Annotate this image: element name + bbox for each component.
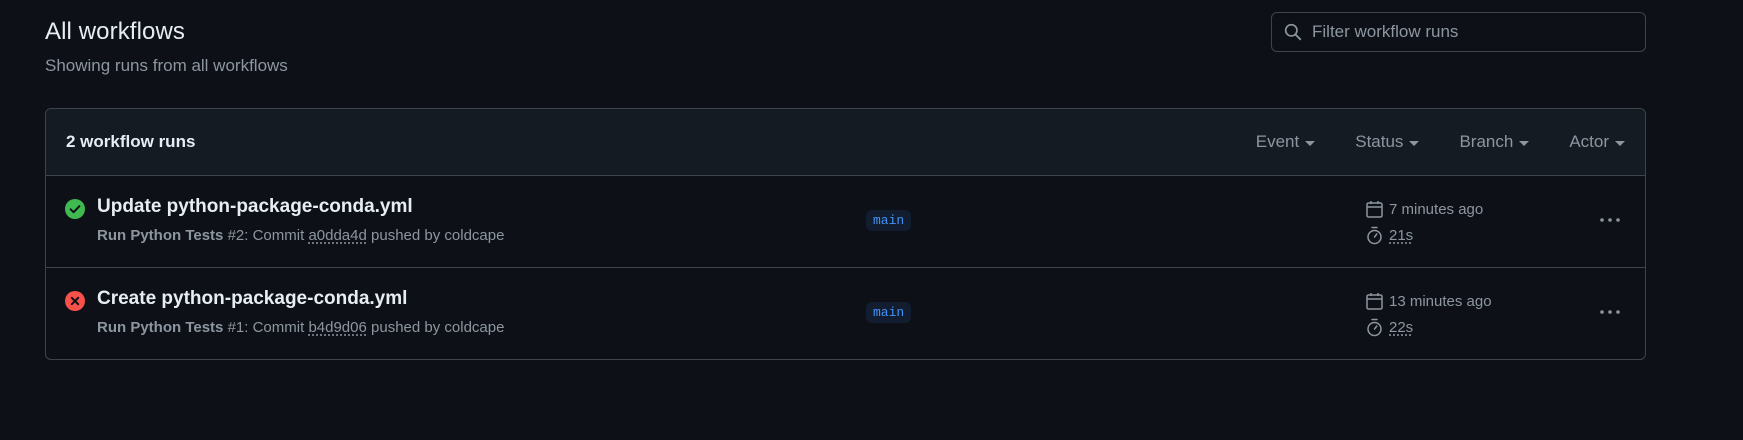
x-circle-icon bbox=[65, 291, 85, 311]
pushed-by-text: pushed by coldcape bbox=[366, 227, 505, 244]
branch-filter-label: Branch bbox=[1459, 132, 1514, 151]
run-time-ago: 13 minutes ago bbox=[1366, 292, 1492, 310]
stopwatch-icon bbox=[1367, 226, 1382, 245]
run-number-text: #2: Commit bbox=[223, 227, 309, 244]
check-circle-icon bbox=[65, 199, 85, 219]
run-time-ago: 7 minutes ago bbox=[1366, 200, 1483, 218]
actor-filter-dropdown[interactable]: Actor bbox=[1569, 132, 1625, 152]
branch-badge[interactable]: main bbox=[866, 302, 912, 323]
status-filter-label: Status bbox=[1355, 132, 1404, 151]
duration-text: 22s bbox=[1389, 319, 1414, 336]
kebab-horizontal-icon bbox=[1600, 310, 1620, 314]
time-ago-text: 7 minutes ago bbox=[1389, 200, 1484, 218]
run-options-button[interactable] bbox=[1593, 302, 1627, 322]
workflow-runs-box: 2 workflow runs Event Status Branch Acto… bbox=[45, 108, 1646, 360]
pushed-by-text: pushed by coldcape bbox=[366, 319, 505, 336]
filter-workflow-runs-search[interactable] bbox=[1271, 12, 1646, 52]
run-title-link[interactable]: Create python-package-conda.yml bbox=[97, 288, 407, 310]
chevron-down-icon bbox=[1519, 140, 1530, 146]
event-filter-dropdown[interactable]: Event bbox=[1255, 132, 1316, 152]
workflow-name: Run Python Tests bbox=[97, 319, 224, 336]
commit-link[interactable]: b4d9d06 bbox=[308, 319, 366, 336]
branch-filter-dropdown[interactable]: Branch bbox=[1459, 132, 1530, 152]
duration-text: 21s bbox=[1389, 227, 1414, 244]
chevron-down-icon bbox=[1409, 140, 1420, 146]
search-icon bbox=[1284, 23, 1302, 41]
filter-bar: Event Status Branch Actor bbox=[1216, 132, 1625, 152]
workflow-run-row[interactable]: Update python-package-conda.yml Run Pyth… bbox=[46, 176, 1645, 268]
event-filter-label: Event bbox=[1255, 132, 1300, 151]
workflows-page: All workflows Showing runs from all work… bbox=[0, 0, 1743, 440]
actor-filter-label: Actor bbox=[1569, 132, 1609, 151]
calendar-icon bbox=[1366, 201, 1383, 218]
stopwatch-icon bbox=[1367, 318, 1382, 337]
run-meta: Run Python Tests #2: Commit a0dda4d push… bbox=[97, 227, 504, 244]
workflow-runs-count: 2 workflow runs bbox=[66, 132, 196, 151]
run-duration: 21s bbox=[1366, 226, 1413, 245]
time-ago-text: 13 minutes ago bbox=[1389, 292, 1492, 310]
status-filter-dropdown[interactable]: Status bbox=[1355, 132, 1420, 152]
page-subtitle: Showing runs from all workflows bbox=[45, 56, 288, 75]
search-input[interactable] bbox=[1312, 22, 1632, 42]
run-title-link[interactable]: Update python-package-conda.yml bbox=[97, 196, 413, 218]
workflow-name: Run Python Tests bbox=[97, 227, 224, 244]
page-title: All workflows bbox=[45, 18, 185, 45]
branch-badge[interactable]: main bbox=[866, 210, 912, 231]
run-options-button[interactable] bbox=[1593, 210, 1627, 230]
chevron-down-icon bbox=[1305, 140, 1316, 146]
workflow-runs-header: 2 workflow runs Event Status Branch Acto… bbox=[46, 109, 1645, 176]
run-number-text: #1: Commit bbox=[223, 319, 309, 336]
run-meta: Run Python Tests #1: Commit b4d9d06 push… bbox=[97, 319, 504, 336]
commit-link[interactable]: a0dda4d bbox=[308, 227, 366, 244]
run-duration: 22s bbox=[1366, 318, 1413, 337]
calendar-icon bbox=[1366, 293, 1383, 310]
chevron-down-icon bbox=[1615, 140, 1625, 146]
kebab-horizontal-icon bbox=[1600, 218, 1620, 222]
workflow-run-row[interactable]: Create python-package-conda.yml Run Pyth… bbox=[46, 268, 1645, 359]
